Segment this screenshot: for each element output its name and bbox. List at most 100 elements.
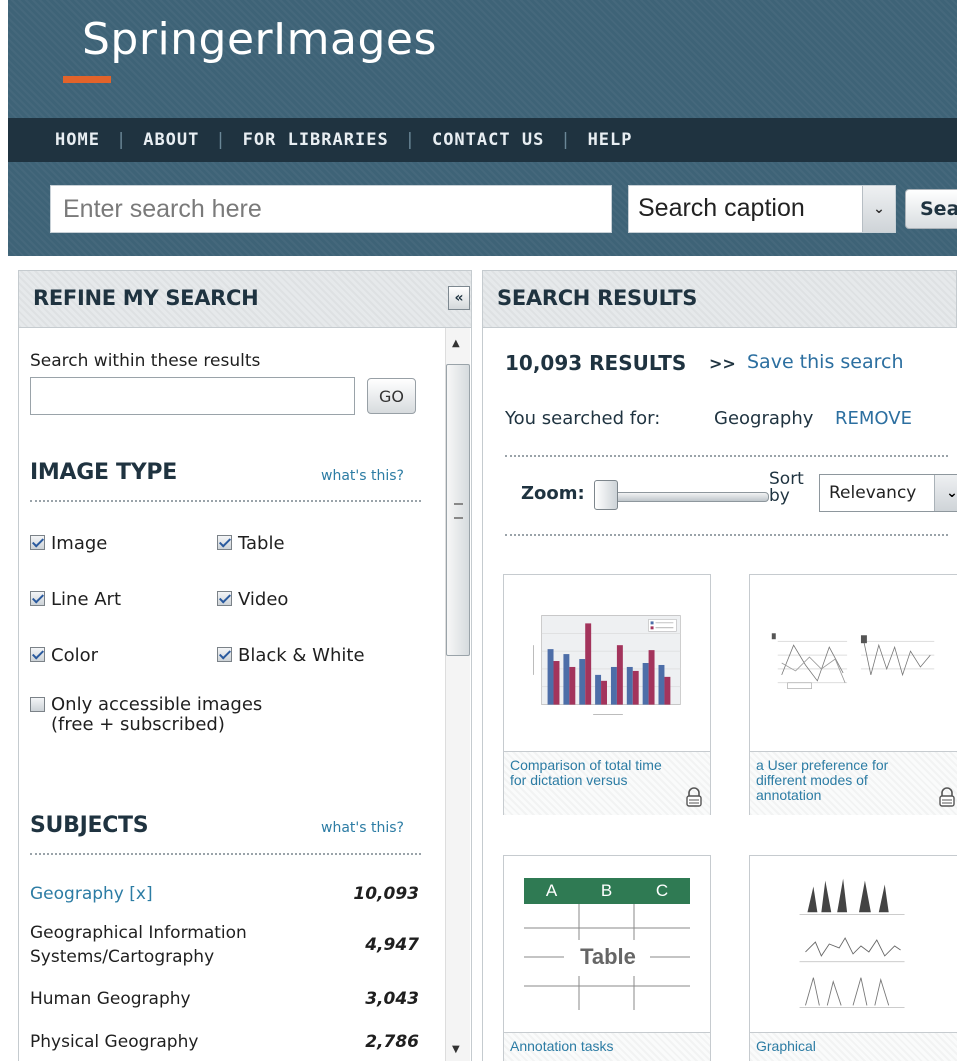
subject-name-line2: Systems/Cartography bbox=[30, 947, 215, 967]
springer-images-logo[interactable]: SpringerImages bbox=[82, 14, 437, 65]
checkbox-checked-icon[interactable] bbox=[30, 535, 45, 550]
checkbox-checked-icon[interactable] bbox=[30, 591, 45, 606]
image-type-whats-this-link[interactable]: what's this? bbox=[321, 468, 404, 484]
subject-count: 4,947 bbox=[365, 935, 419, 955]
results-panel: 10,093 RESULTS >> Save this search You s… bbox=[482, 328, 957, 1061]
thumbnail-caption[interactable]: Graphical bbox=[750, 1032, 957, 1061]
remove-link[interactable]: REMOVE bbox=[835, 408, 912, 429]
chevron-down-icon[interactable]: ⌄ bbox=[862, 186, 895, 232]
grip-icon bbox=[454, 503, 463, 519]
signal-plot-thumbnail[interactable] bbox=[750, 856, 957, 1032]
zoom-slider-handle[interactable] bbox=[594, 480, 618, 510]
result-thumbnail-card[interactable]: Comparison of total time for dictation v… bbox=[503, 574, 711, 815]
search-within-input[interactable] bbox=[30, 377, 355, 415]
checkbox-checked-icon[interactable] bbox=[217, 535, 232, 550]
divider bbox=[30, 853, 421, 855]
subject-count: 3,043 bbox=[365, 989, 419, 1009]
checkbox-label: Only accessible images (free + subscribed… bbox=[51, 695, 262, 735]
search-scope-select[interactable]: Search caption ⌄ bbox=[628, 185, 896, 233]
nav-about-label[interactable]: ABOUT bbox=[143, 130, 199, 150]
checkbox-checked-icon[interactable] bbox=[217, 591, 232, 606]
thumbnail-caption[interactable]: Annotation tasks bbox=[504, 1032, 710, 1061]
table-header-cell: A bbox=[545, 881, 558, 900]
nav-sep-4: | bbox=[544, 130, 587, 150]
divider bbox=[30, 500, 421, 502]
accessible-label-line2: (free + subscribed) bbox=[51, 714, 225, 735]
subject-gis-cartography[interactable]: Geographical Information Systems/Cartogra… bbox=[30, 921, 247, 969]
nav-contact-us[interactable]: CONTACT US bbox=[432, 130, 544, 150]
nav-sep-3: | bbox=[389, 130, 432, 150]
nav-contact-us-label[interactable]: CONTACT US bbox=[432, 130, 544, 150]
thumbnail-caption[interactable]: Comparison of total time for dictation v… bbox=[504, 751, 710, 815]
sort-select[interactable]: Relevancy ⌄ bbox=[819, 474, 957, 512]
scroll-down-arrow-icon[interactable]: ▼ bbox=[452, 1044, 460, 1055]
checkbox-line-art[interactable]: Line Art bbox=[30, 589, 121, 610]
nav-home-label[interactable]: HOME bbox=[55, 130, 100, 150]
nav-sep-2: | bbox=[199, 130, 242, 150]
searched-term: Geography bbox=[714, 408, 814, 429]
save-search-link[interactable]: Save this search bbox=[747, 351, 904, 373]
subject-count: 2,786 bbox=[365, 1032, 419, 1052]
refine-panel: Search within these results GO IMAGE TYP… bbox=[18, 328, 472, 1061]
nav-about[interactable]: ABOUT bbox=[143, 130, 199, 150]
search-within-label: Search within these results bbox=[30, 351, 261, 371]
checkbox-black-white[interactable]: Black & White bbox=[217, 645, 365, 666]
subject-human-geography[interactable]: Human Geography bbox=[30, 987, 191, 1011]
subjects-whats-this-link[interactable]: what's this? bbox=[321, 820, 404, 836]
checkbox-table[interactable]: Table bbox=[217, 533, 285, 554]
image-type-title: IMAGE TYPE bbox=[30, 460, 177, 485]
search-button[interactable]: Sea bbox=[905, 189, 957, 229]
lock-icon bbox=[686, 787, 702, 807]
result-thumbnail-card[interactable]: Graphical bbox=[749, 855, 957, 1061]
checkbox-unchecked-icon[interactable] bbox=[30, 697, 45, 712]
result-thumbnail-card[interactable]: a User preference for different modes of… bbox=[749, 574, 957, 815]
results-count: 10,093 RESULTS bbox=[505, 351, 687, 375]
table-thumbnail[interactable]: A B C Table bbox=[504, 856, 710, 1032]
nav-for-libraries-label[interactable]: FOR LIBRARIES bbox=[243, 130, 389, 150]
searched-for-label: You searched for: bbox=[505, 408, 661, 429]
result-thumbnail-card[interactable]: A B C Table Annotation tasks bbox=[503, 855, 711, 1061]
checkbox-checked-icon[interactable] bbox=[30, 647, 45, 662]
site-header: SpringerImages bbox=[8, 0, 957, 118]
nav-separator: | bbox=[115, 130, 128, 150]
search-scope-value: Search caption bbox=[638, 194, 805, 222]
nav-sep-1: | bbox=[100, 130, 143, 150]
checkbox-image[interactable]: Image bbox=[30, 533, 107, 554]
nav-for-libraries[interactable]: FOR LIBRARIES bbox=[243, 130, 389, 150]
logo-accent-bar bbox=[63, 76, 111, 83]
checkbox-color[interactable]: Color bbox=[30, 645, 98, 666]
nav-home[interactable]: HOME bbox=[55, 130, 100, 150]
scroll-thumb[interactable] bbox=[446, 364, 470, 656]
bar-chart-thumbnail[interactable] bbox=[504, 575, 710, 751]
table-header-cell: B bbox=[600, 881, 613, 900]
subjects-title: SUBJECTS bbox=[30, 813, 149, 838]
chevron-down-icon[interactable]: ⌄ bbox=[934, 475, 957, 511]
checkbox-label: Color bbox=[51, 645, 98, 666]
table-header-cell: C bbox=[655, 881, 669, 900]
subject-name-line1: Geographical Information bbox=[30, 923, 247, 943]
table-thumb-label: Table bbox=[580, 944, 636, 969]
nav-separator: | bbox=[560, 130, 572, 150]
search-bar: Search caption ⌄ Sea bbox=[8, 162, 957, 256]
divider bbox=[505, 455, 948, 457]
checkbox-label: Line Art bbox=[51, 589, 122, 610]
zoom-label: Zoom: bbox=[521, 483, 585, 504]
refine-scrollbar[interactable]: ▲ ▼ bbox=[445, 328, 470, 1061]
sort-by-label: Sort by bbox=[769, 469, 804, 506]
scroll-up-arrow-icon[interactable]: ▲ bbox=[452, 338, 460, 349]
table-thumb-header: A B C bbox=[524, 878, 690, 904]
thumbnail-caption[interactable]: a User preference for different modes of… bbox=[750, 751, 957, 815]
zoom-slider-track[interactable] bbox=[595, 492, 769, 502]
subject-geography-link[interactable]: Geography [x] bbox=[30, 882, 153, 906]
subject-physical-geography[interactable]: Physical Geography bbox=[30, 1030, 198, 1054]
checkbox-accessible-only[interactable]: Only accessible images (free + subscribed… bbox=[30, 695, 262, 735]
go-button[interactable]: GO bbox=[367, 378, 416, 414]
checkbox-video[interactable]: Video bbox=[217, 589, 288, 610]
line-chart-thumbnail[interactable] bbox=[750, 575, 957, 751]
checkbox-checked-icon[interactable] bbox=[217, 647, 232, 662]
nav-help[interactable]: HELP bbox=[588, 130, 633, 150]
nav-help-label[interactable]: HELP bbox=[588, 130, 633, 150]
search-input[interactable] bbox=[50, 185, 612, 233]
collapse-icon[interactable]: « bbox=[448, 286, 470, 310]
checkbox-label: Table bbox=[238, 533, 285, 554]
